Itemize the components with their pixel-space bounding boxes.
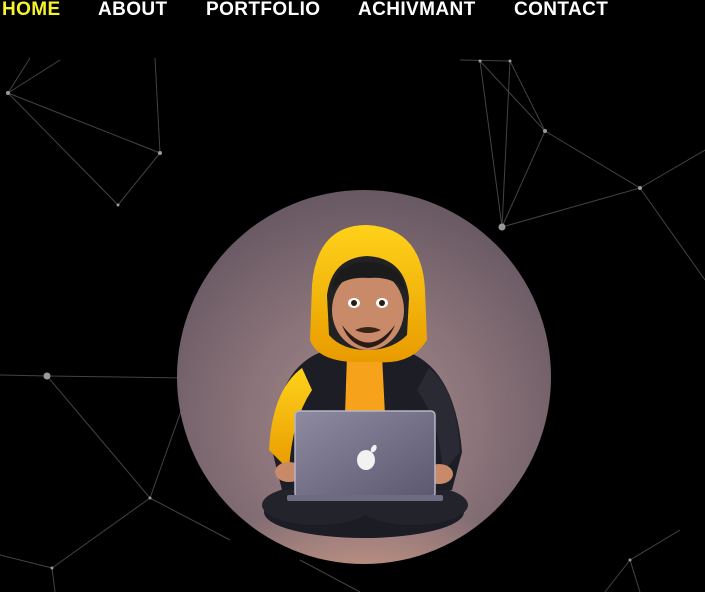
developer-with-laptop-illustration [184, 225, 544, 564]
nav-contact-link[interactable]: CONTACT [514, 0, 608, 21]
nav-about-link[interactable]: ABOUT [98, 0, 168, 21]
nav-portfolio-link[interactable]: PORTFOLIO [206, 0, 320, 21]
nav-achivmant-link[interactable]: ACHIVMANT [358, 0, 476, 21]
nav-home-link[interactable]: HOME [2, 0, 61, 21]
profile-avatar [177, 190, 551, 564]
main-nav: HOME ABOUT PORTFOLIO ACHIVMANT CONTACT [0, 0, 705, 22]
